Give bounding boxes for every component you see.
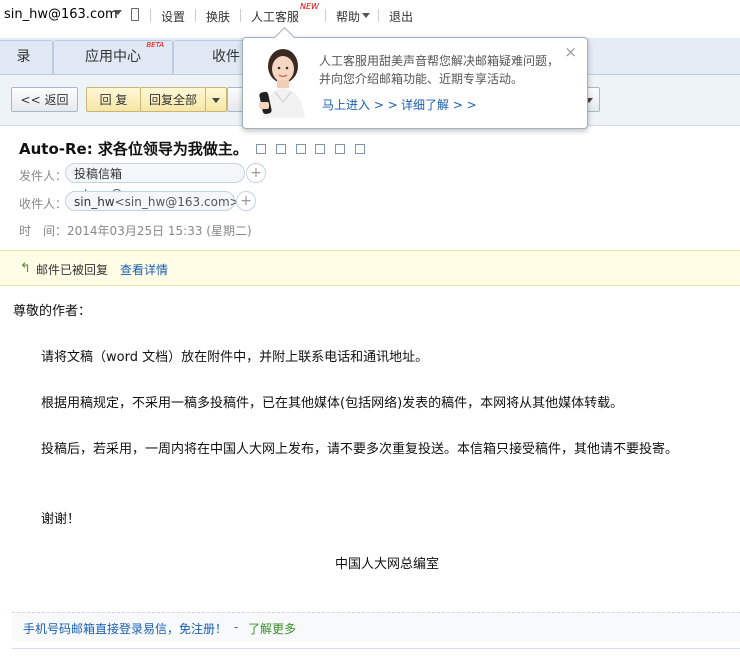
- mail-body: 尊敬的作者： 请将文稿（word 文档）放在附件中，并附上联系电话和通讯地址。 …: [0, 286, 740, 610]
- account-dropdown-icon[interactable]: [114, 10, 122, 15]
- tab-label: 应用中心: [85, 49, 141, 65]
- tab-label: 录: [16, 49, 31, 65]
- greeting: 尊敬的作者：: [13, 304, 92, 319]
- customer-service-agent-icon: [259, 49, 305, 118]
- mark-icon[interactable]: [256, 143, 266, 154]
- divider: [150, 9, 151, 22]
- settings-link[interactable]: 设置: [161, 8, 185, 25]
- chevron-down-icon: [212, 98, 220, 103]
- reply-all-button[interactable]: 回复全部: [140, 87, 206, 112]
- reply-options-dropdown[interactable]: [205, 87, 227, 112]
- thanks: 谢谢！: [41, 512, 81, 527]
- from-label: 发件人：: [19, 169, 68, 183]
- tab-label: 收件: [212, 49, 240, 65]
- subject-action-icons: [256, 141, 371, 155]
- service-popup: 人工客服用甜美声音帮您解决邮箱疑难问题，并向您介绍邮箱功能、近期专享活动。 马上…: [242, 26, 588, 129]
- time-value: 2014年03月25日 15:33 (星期二): [67, 224, 252, 238]
- recipient-address: <sin_hw@163.com>: [114, 195, 240, 209]
- new-badge: NEW: [300, 2, 319, 11]
- divider: [240, 9, 241, 22]
- tab-partial-left[interactable]: 录: [0, 40, 53, 74]
- back-button[interactable]: << 返回: [11, 87, 78, 112]
- reply-button[interactable]: 回 复: [86, 87, 141, 112]
- divider: [195, 9, 196, 22]
- edit-icon[interactable]: [355, 143, 366, 154]
- mail-time: 时 间：2014年03月25日 15:33 (星期二): [19, 222, 252, 239]
- enter-now-link[interactable]: 马上进入 > >: [322, 96, 398, 113]
- add-tag-icon[interactable]: [295, 143, 306, 154]
- recipient-name: sin_hw: [74, 195, 115, 209]
- beta-badge: BETA: [146, 41, 164, 49]
- user-account[interactable]: sin_hw@163.com: [4, 7, 118, 22]
- promo-link[interactable]: 手机号码邮箱直接登录易信，免注册！: [23, 620, 227, 637]
- top-bar: sin_hw@163.com 设置 换肤 人工客服 NEW 帮助 退出: [0, 0, 740, 32]
- logout-link[interactable]: 退出: [389, 8, 413, 25]
- add-contact-icon[interactable]: +: [236, 191, 256, 211]
- sender-contact[interactable]: 投稿信箱<tgxx@npc.gov.cn>: [65, 163, 245, 201]
- time-label: 时 间：: [19, 224, 68, 238]
- signature: 中国人大网总编室: [335, 557, 440, 572]
- to-label: 收件人：: [19, 197, 68, 211]
- mobile-phone-icon[interactable]: [131, 8, 139, 21]
- divider: [378, 9, 379, 22]
- flag-icon[interactable]: [275, 143, 286, 154]
- separator: -: [234, 620, 239, 634]
- promo-footer: 手机号码邮箱直接登录易信，免注册！ - 了解更多: [12, 612, 740, 641]
- note-icon[interactable]: [315, 143, 326, 154]
- help-menu[interactable]: 帮助: [336, 8, 360, 25]
- body-paragraph: 请将文稿（word 文档）放在附件中，并附上联系电话和通讯地址。: [41, 350, 429, 365]
- help-dropdown-icon[interactable]: [362, 13, 370, 18]
- add-contact-icon[interactable]: +: [246, 163, 266, 183]
- skin-link[interactable]: 换肤: [206, 8, 230, 25]
- bottom-divider: [12, 648, 740, 649]
- close-icon[interactable]: ×: [564, 43, 577, 61]
- replied-notice: ↰ 邮件已被回复 查看详情: [0, 250, 740, 286]
- popup-message: 人工客服用甜美声音帮您解决邮箱疑难问题，并向您介绍邮箱功能、近期专享活动。: [319, 54, 560, 86]
- divider: [325, 9, 326, 22]
- mail-subject: Auto-Re: 求各位领导为我做主。: [19, 140, 248, 158]
- customer-service-link[interactable]: 人工客服: [251, 8, 299, 25]
- learn-more-footer-link[interactable]: 了解更多: [248, 620, 296, 637]
- recipient-contact[interactable]: sin_hw<sin_hw@163.com>: [65, 191, 240, 211]
- body-paragraph: 根据用稿规定，不采用一稿多投稿件，已在其他媒体(包括网络)发表的稿件，本网将从其…: [41, 396, 624, 411]
- tab-app-center[interactable]: 应用中心 BETA: [53, 40, 173, 74]
- print-icon[interactable]: [335, 143, 346, 154]
- view-details-link[interactable]: 查看详情: [120, 261, 168, 278]
- body-paragraph: 投稿后，若采用，一周内将在中国人大网上发布，请不要多次重复投送。本信箱只接受稿件…: [41, 442, 679, 457]
- replied-text: 邮件已被回复: [36, 263, 109, 277]
- sender-name: 投稿信箱: [74, 167, 123, 181]
- learn-more-link[interactable]: 详细了解 > >: [401, 96, 477, 113]
- reply-arrow-icon: ↰: [20, 261, 31, 276]
